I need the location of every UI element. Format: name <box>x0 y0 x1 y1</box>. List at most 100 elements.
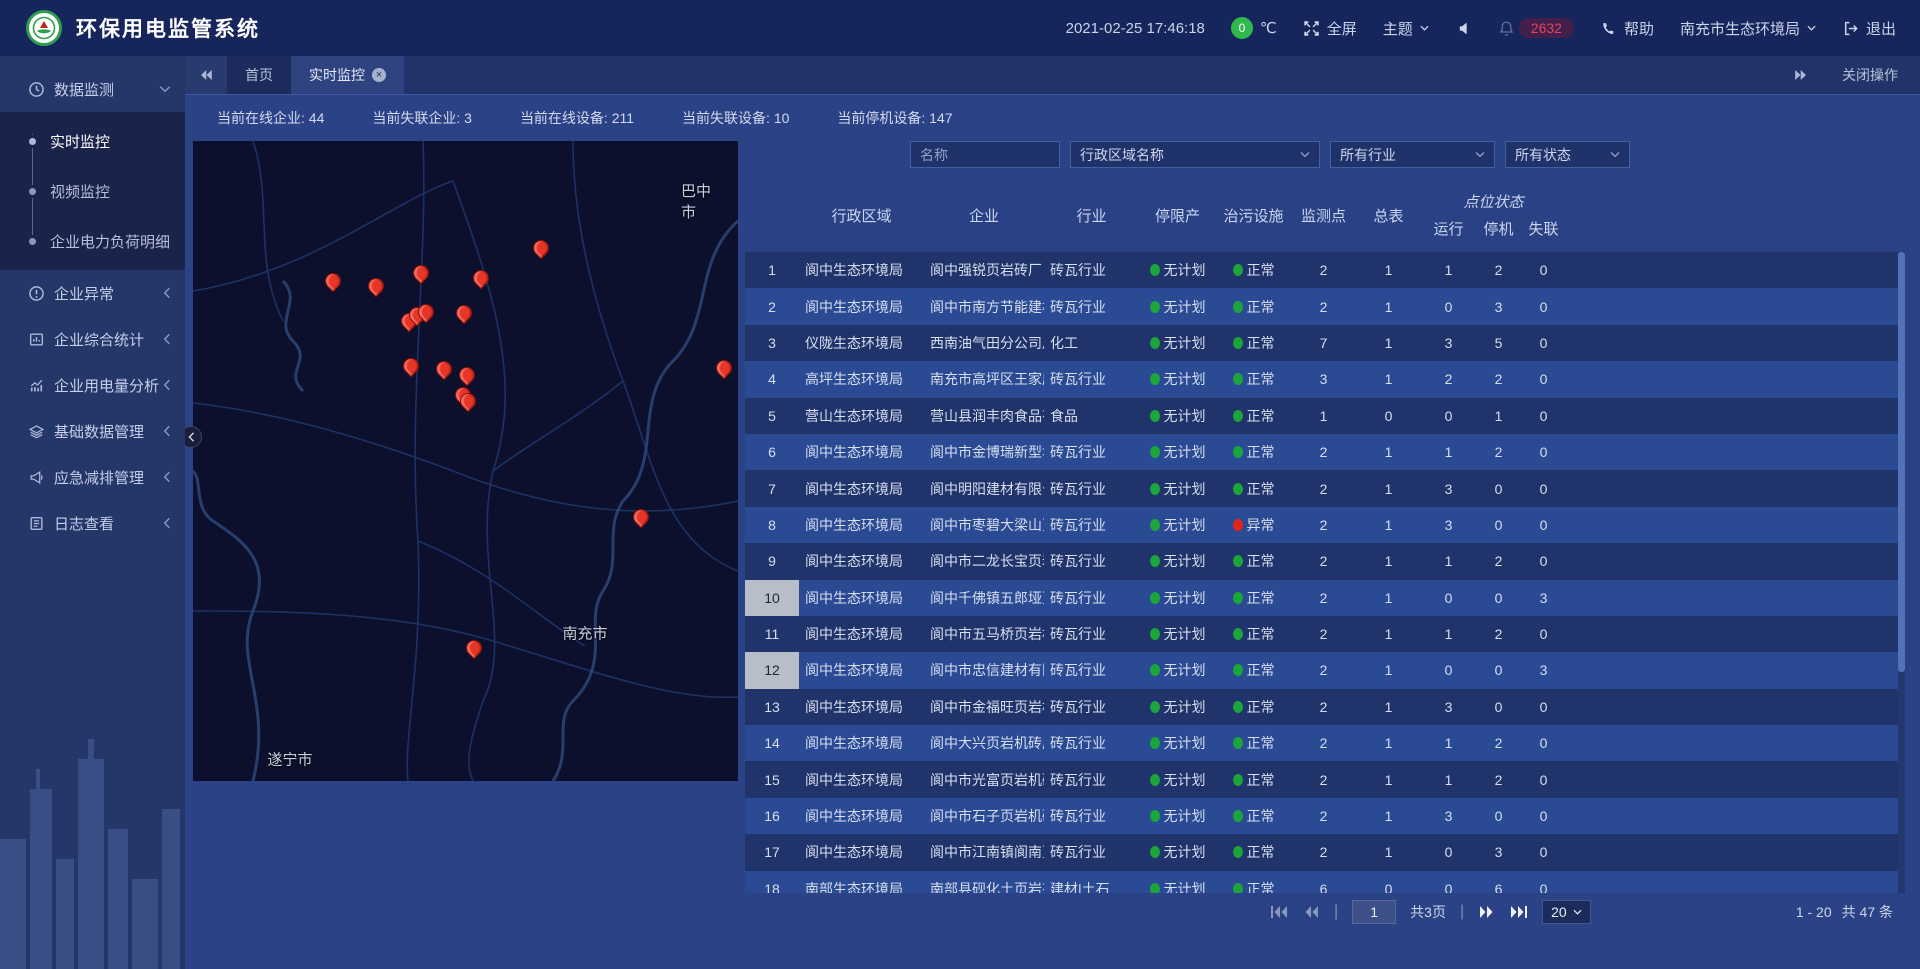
cell-facility: 正常 <box>1216 434 1291 470</box>
table-row[interactable]: 9阆中生态环境局阆中市二龙长宝页岩砖砖瓦行业无计划正常21120 <box>745 543 1905 579</box>
status-dot-green-icon <box>1233 373 1243 385</box>
table-header: 行政区域 企业 行业 停限产 治污设施 监测点 总表 点位状态 运行 停机 失联 <box>745 178 1905 252</box>
region-filter-select[interactable]: 行政区域名称 <box>1070 141 1320 168</box>
table-row[interactable]: 10阆中生态环境局阆中千佛镇五郎垭页岩砖瓦行业无计划正常21003 <box>745 580 1905 616</box>
cell-region: 阆中生态环境局 <box>799 543 924 579</box>
stat-item: 当前失联企业: 3 <box>372 108 472 128</box>
table-row[interactable]: 14阆中生态环境局阆中大兴页岩机砖厂砖瓦行业无计划正常21120 <box>745 725 1905 761</box>
cell-lost: 0 <box>1521 398 1566 434</box>
cell-company: 阆中市金博瑞新型墙材 <box>924 434 1044 470</box>
scrollbar-thumb[interactable] <box>1898 252 1905 672</box>
table-row[interactable]: 16阆中生态环境局阆中市石子页岩机砖厂砖瓦行业无计划正常21300 <box>745 798 1905 834</box>
status-dot-green-icon <box>1150 628 1160 640</box>
cell-lost: 0 <box>1521 325 1566 361</box>
chevron-down-icon <box>1420 25 1429 31</box>
cell-facility: 正常 <box>1216 798 1291 834</box>
sidebar-item-realtime-monitor[interactable]: 实时监控 <box>0 116 185 166</box>
table-row[interactable]: 5营山生态环境局营山县润丰肉食品有限食品无计划正常10010 <box>745 398 1905 434</box>
cell-facility: 正常 <box>1216 361 1291 397</box>
industry-filter-select[interactable]: 所有行业 <box>1330 141 1495 168</box>
chevron-left-icon <box>163 333 171 345</box>
help-button[interactable]: 帮助 <box>1600 18 1654 39</box>
next-page-button[interactable] <box>1478 905 1496 919</box>
sidebar-item-emergency-reduction[interactable]: 应急减排管理 <box>0 454 185 500</box>
status-dot-green-icon <box>1233 628 1243 640</box>
theme-dropdown[interactable]: 主题 <box>1383 18 1429 39</box>
logout-button[interactable]: 退出 <box>1842 18 1896 39</box>
sidebar-item-video-monitor[interactable]: 视频监控 <box>0 166 185 216</box>
cell-filler <box>1566 252 1905 288</box>
header-datetime: 2021-02-25 17:46:18 <box>1066 20 1205 37</box>
cell-stop: 0 <box>1476 798 1521 834</box>
skyline-decoration <box>0 669 185 969</box>
table-row[interactable]: 15阆中生态环境局阆中市光富页岩机砖厂砖瓦行业无计划正常21120 <box>745 761 1905 797</box>
cell-total-meter: 1 <box>1356 361 1421 397</box>
status-filter-select[interactable]: 所有状态 <box>1505 141 1630 168</box>
fullscreen-button[interactable]: 全屏 <box>1303 18 1357 39</box>
cell-region: 阆中生态环境局 <box>799 798 924 834</box>
layers-icon <box>28 423 45 440</box>
sidebar-item-power-load-detail[interactable]: 企业电力负荷明细 <box>0 216 185 266</box>
cell-monitor-point: 2 <box>1291 725 1356 761</box>
table-row[interactable]: 17阆中生态环境局阆中市江南镇阆南页岩砖瓦行业无计划正常21030 <box>745 834 1905 870</box>
table-row[interactable]: 12阆中生态环境局阆中市忠信建材有限公砖瓦行业无计划正常21003 <box>745 652 1905 688</box>
sound-toggle-button[interactable] <box>1455 20 1472 37</box>
stat-item: 当前在线设备: 211 <box>520 108 634 128</box>
map[interactable]: 巴中市南充市遂宁市 <box>193 141 738 781</box>
status-dot-green-icon <box>1150 774 1160 786</box>
table-row[interactable]: 2阆中生态环境局阆中市南方节能建材有砖瓦行业无计划正常21030 <box>745 288 1905 324</box>
cell-filler <box>1566 689 1905 725</box>
col-industry: 行业 <box>1044 178 1139 252</box>
close-tab-icon[interactable]: × <box>372 68 386 82</box>
sidebar-item-enterprise-stats[interactable]: 企业综合统计 <box>0 316 185 362</box>
row-number: 4 <box>745 361 799 397</box>
double-chevron-right-icon[interactable] <box>1793 69 1808 81</box>
sidebar-item-power-analysis[interactable]: 企业用电量分析 <box>0 362 185 408</box>
sidebar-item-base-data[interactable]: 基础数据管理 <box>0 408 185 454</box>
clock-icon <box>28 81 45 98</box>
tab-realtime-monitor[interactable]: 实时监控 × <box>291 56 404 94</box>
cell-industry: 砖瓦行业 <box>1044 507 1139 543</box>
cell-filler <box>1566 398 1905 434</box>
cell-run: 0 <box>1421 834 1476 870</box>
sidebar-item-data-monitor[interactable]: 数据监测 <box>0 66 185 112</box>
prev-page-button[interactable] <box>1302 905 1320 919</box>
table-row[interactable]: 18南部生态环境局南部县砚化土页岩有限公建材|土石无计划正常60060 <box>745 871 1905 893</box>
table-row[interactable]: 4高坪生态环境局南充市高坪区王家店建砖瓦行业无计划正常31220 <box>745 361 1905 397</box>
app-header: 环保用电监管系统 2021-02-25 17:46:18 0 ℃ 全屏 主题 <box>0 0 1920 56</box>
table-row[interactable]: 11阆中生态环境局阆中市五马桥页岩机砖砖瓦行业无计划正常21120 <box>745 616 1905 652</box>
table-row[interactable]: 3仪陇生态环境局西南油气田分公司川中化工无计划正常71350 <box>745 325 1905 361</box>
chevron-down-icon <box>159 85 171 93</box>
cell-stop: 3 <box>1476 288 1521 324</box>
cell-monitor-point: 2 <box>1291 434 1356 470</box>
first-page-button[interactable] <box>1270 905 1288 919</box>
table-row[interactable]: 6阆中生态环境局阆中市金博瑞新型墙材砖瓦行业无计划正常21120 <box>745 434 1905 470</box>
cell-stop: 2 <box>1476 434 1521 470</box>
close-operations-button[interactable]: 关闭操作 <box>1842 65 1898 85</box>
cell-facility: 正常 <box>1216 580 1291 616</box>
tab-home[interactable]: 首页 <box>227 56 291 94</box>
org-dropdown[interactable]: 南充市生态环境局 <box>1680 18 1816 39</box>
page-size-select[interactable]: 20 <box>1542 900 1591 924</box>
cell-region: 仪陇生态环境局 <box>799 325 924 361</box>
notifications-button[interactable]: 2632 <box>1498 18 1574 38</box>
cell-run: 3 <box>1421 470 1476 506</box>
megaphone-icon <box>28 469 45 486</box>
cell-company: 南部县砚化土页岩有限公 <box>924 871 1044 893</box>
sidebar-item-enterprise-abnormal[interactable]: 企业异常 <box>0 270 185 316</box>
name-filter-input[interactable] <box>910 141 1060 168</box>
row-number: 15 <box>745 761 799 797</box>
table-row[interactable]: 8阆中生态环境局阆中市枣碧大梁山页岩砖瓦行业无计划异常21300 <box>745 507 1905 543</box>
table-row[interactable]: 13阆中生态环境局阆中市金福旺页岩机砖砖瓦行业无计划正常21300 <box>745 689 1905 725</box>
row-number: 9 <box>745 543 799 579</box>
row-number: 13 <box>745 689 799 725</box>
cell-monitor-point: 2 <box>1291 580 1356 616</box>
page-number-input[interactable] <box>1352 900 1396 924</box>
table-row[interactable]: 1阆中生态环境局阆中强锐页岩砖厂砖瓦行业无计划正常21120 <box>745 252 1905 288</box>
sidebar-item-log-view[interactable]: 日志查看 <box>0 500 185 546</box>
last-page-button[interactable] <box>1510 905 1528 919</box>
cell-run: 1 <box>1421 543 1476 579</box>
city-label: 遂宁市 <box>267 749 312 770</box>
table-row[interactable]: 7阆中生态环境局阆中明阳建材有限公司砖瓦行业无计划正常21300 <box>745 470 1905 506</box>
tabs-scroll-left-button[interactable] <box>185 56 227 94</box>
